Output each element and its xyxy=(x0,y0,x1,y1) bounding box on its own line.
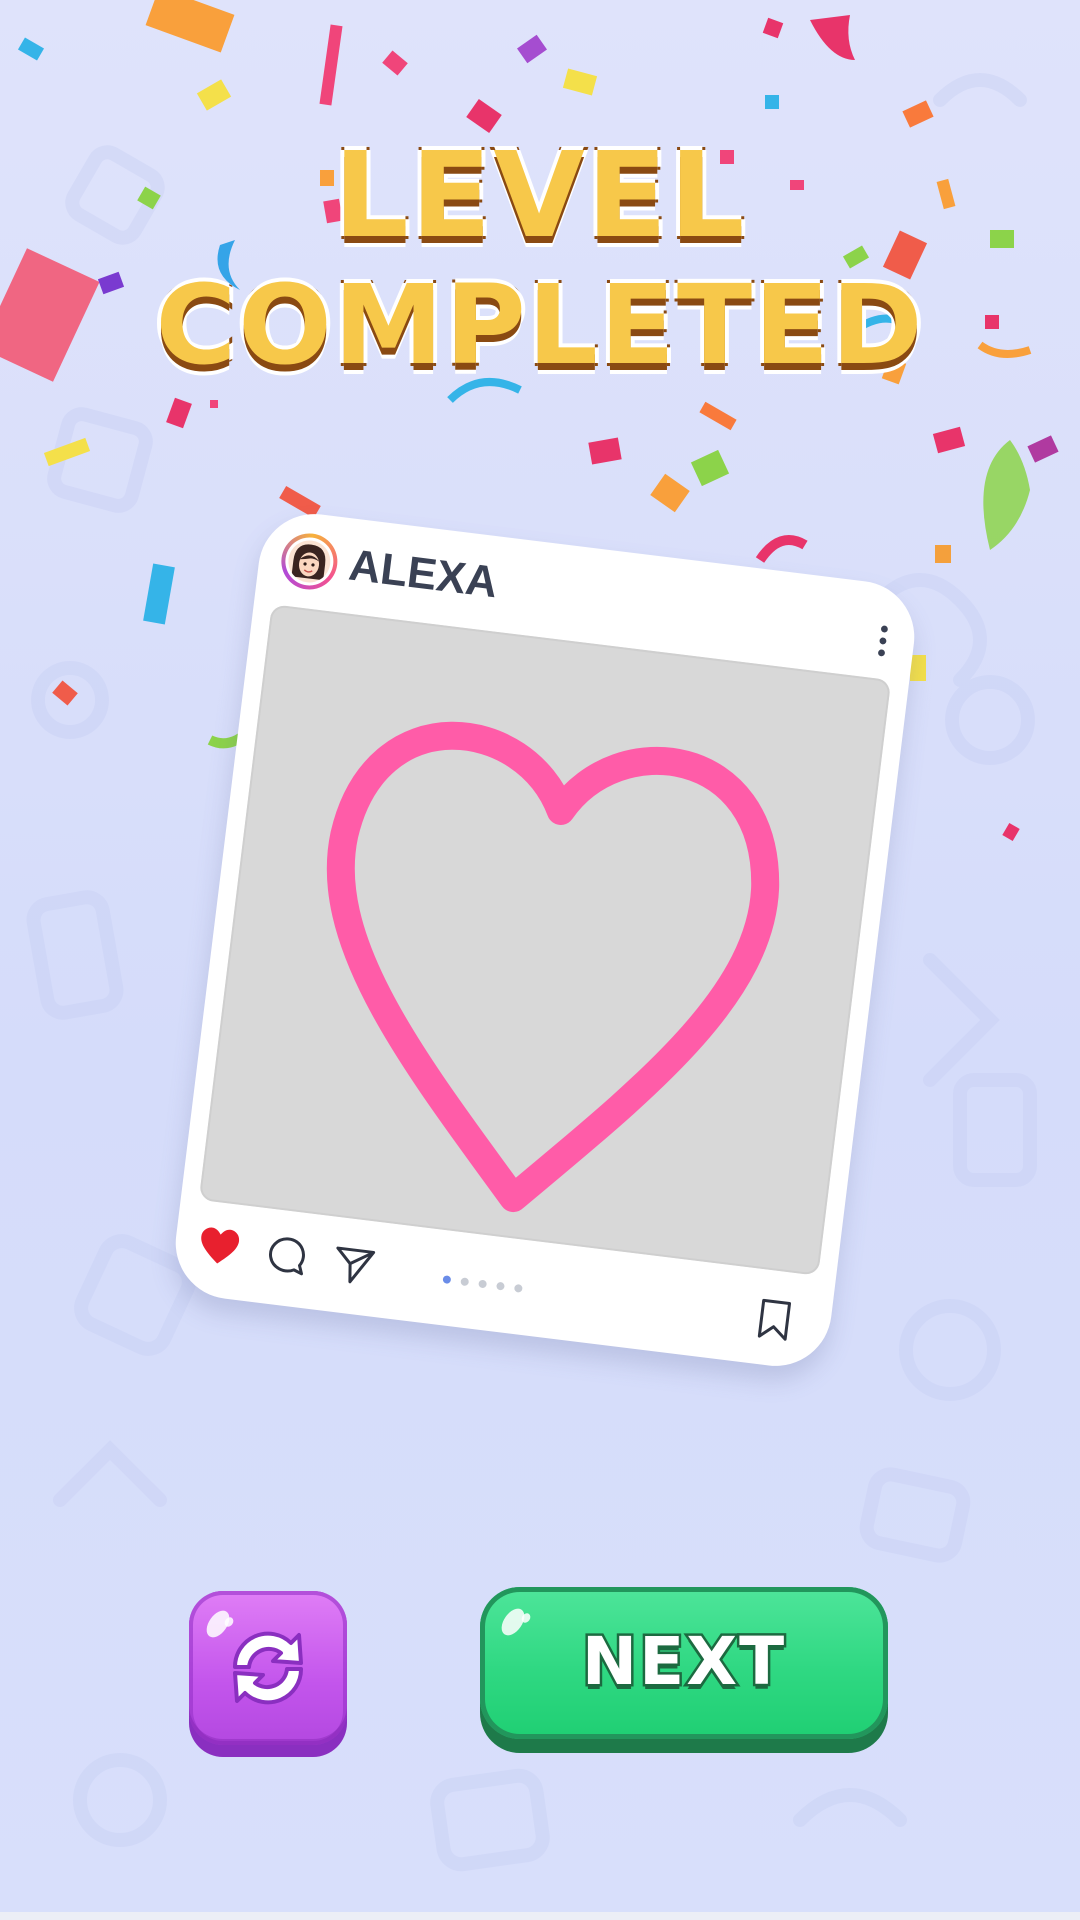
post-card: ALEXA xyxy=(169,507,921,1373)
carousel-dots xyxy=(442,1275,533,1296)
next-button[interactable]: NEXT xyxy=(480,1587,888,1753)
pink-heart-drawing xyxy=(326,721,780,1213)
carousel-dot xyxy=(442,1275,452,1285)
like-heart-icon[interactable] xyxy=(195,1223,244,1272)
carousel-dot xyxy=(496,1281,505,1291)
carousel-dot xyxy=(513,1283,523,1293)
restart-button-face xyxy=(189,1591,347,1745)
carousel-dot xyxy=(460,1277,470,1287)
post-username: ALEXA xyxy=(346,540,501,608)
girl-avatar-icon xyxy=(278,530,341,593)
next-button-face: NEXT xyxy=(480,1587,888,1739)
restart-button[interactable] xyxy=(189,1591,347,1757)
post-photo xyxy=(198,604,892,1276)
title-line-completed: COMPLETED xyxy=(152,258,925,392)
title-line-level: LEVEL xyxy=(331,126,748,264)
bottom-edge xyxy=(0,1912,1080,1920)
next-button-label: NEXT xyxy=(579,1621,787,1703)
level-completed-title: LEVEL COMPLETED xyxy=(0,126,1080,392)
more-options-icon[interactable] xyxy=(876,623,890,658)
share-send-icon[interactable] xyxy=(330,1240,379,1289)
comment-icon[interactable] xyxy=(262,1231,311,1280)
bookmark-icon[interactable] xyxy=(750,1295,799,1344)
carousel-dot xyxy=(478,1279,488,1289)
restart-icon xyxy=(232,1631,304,1705)
